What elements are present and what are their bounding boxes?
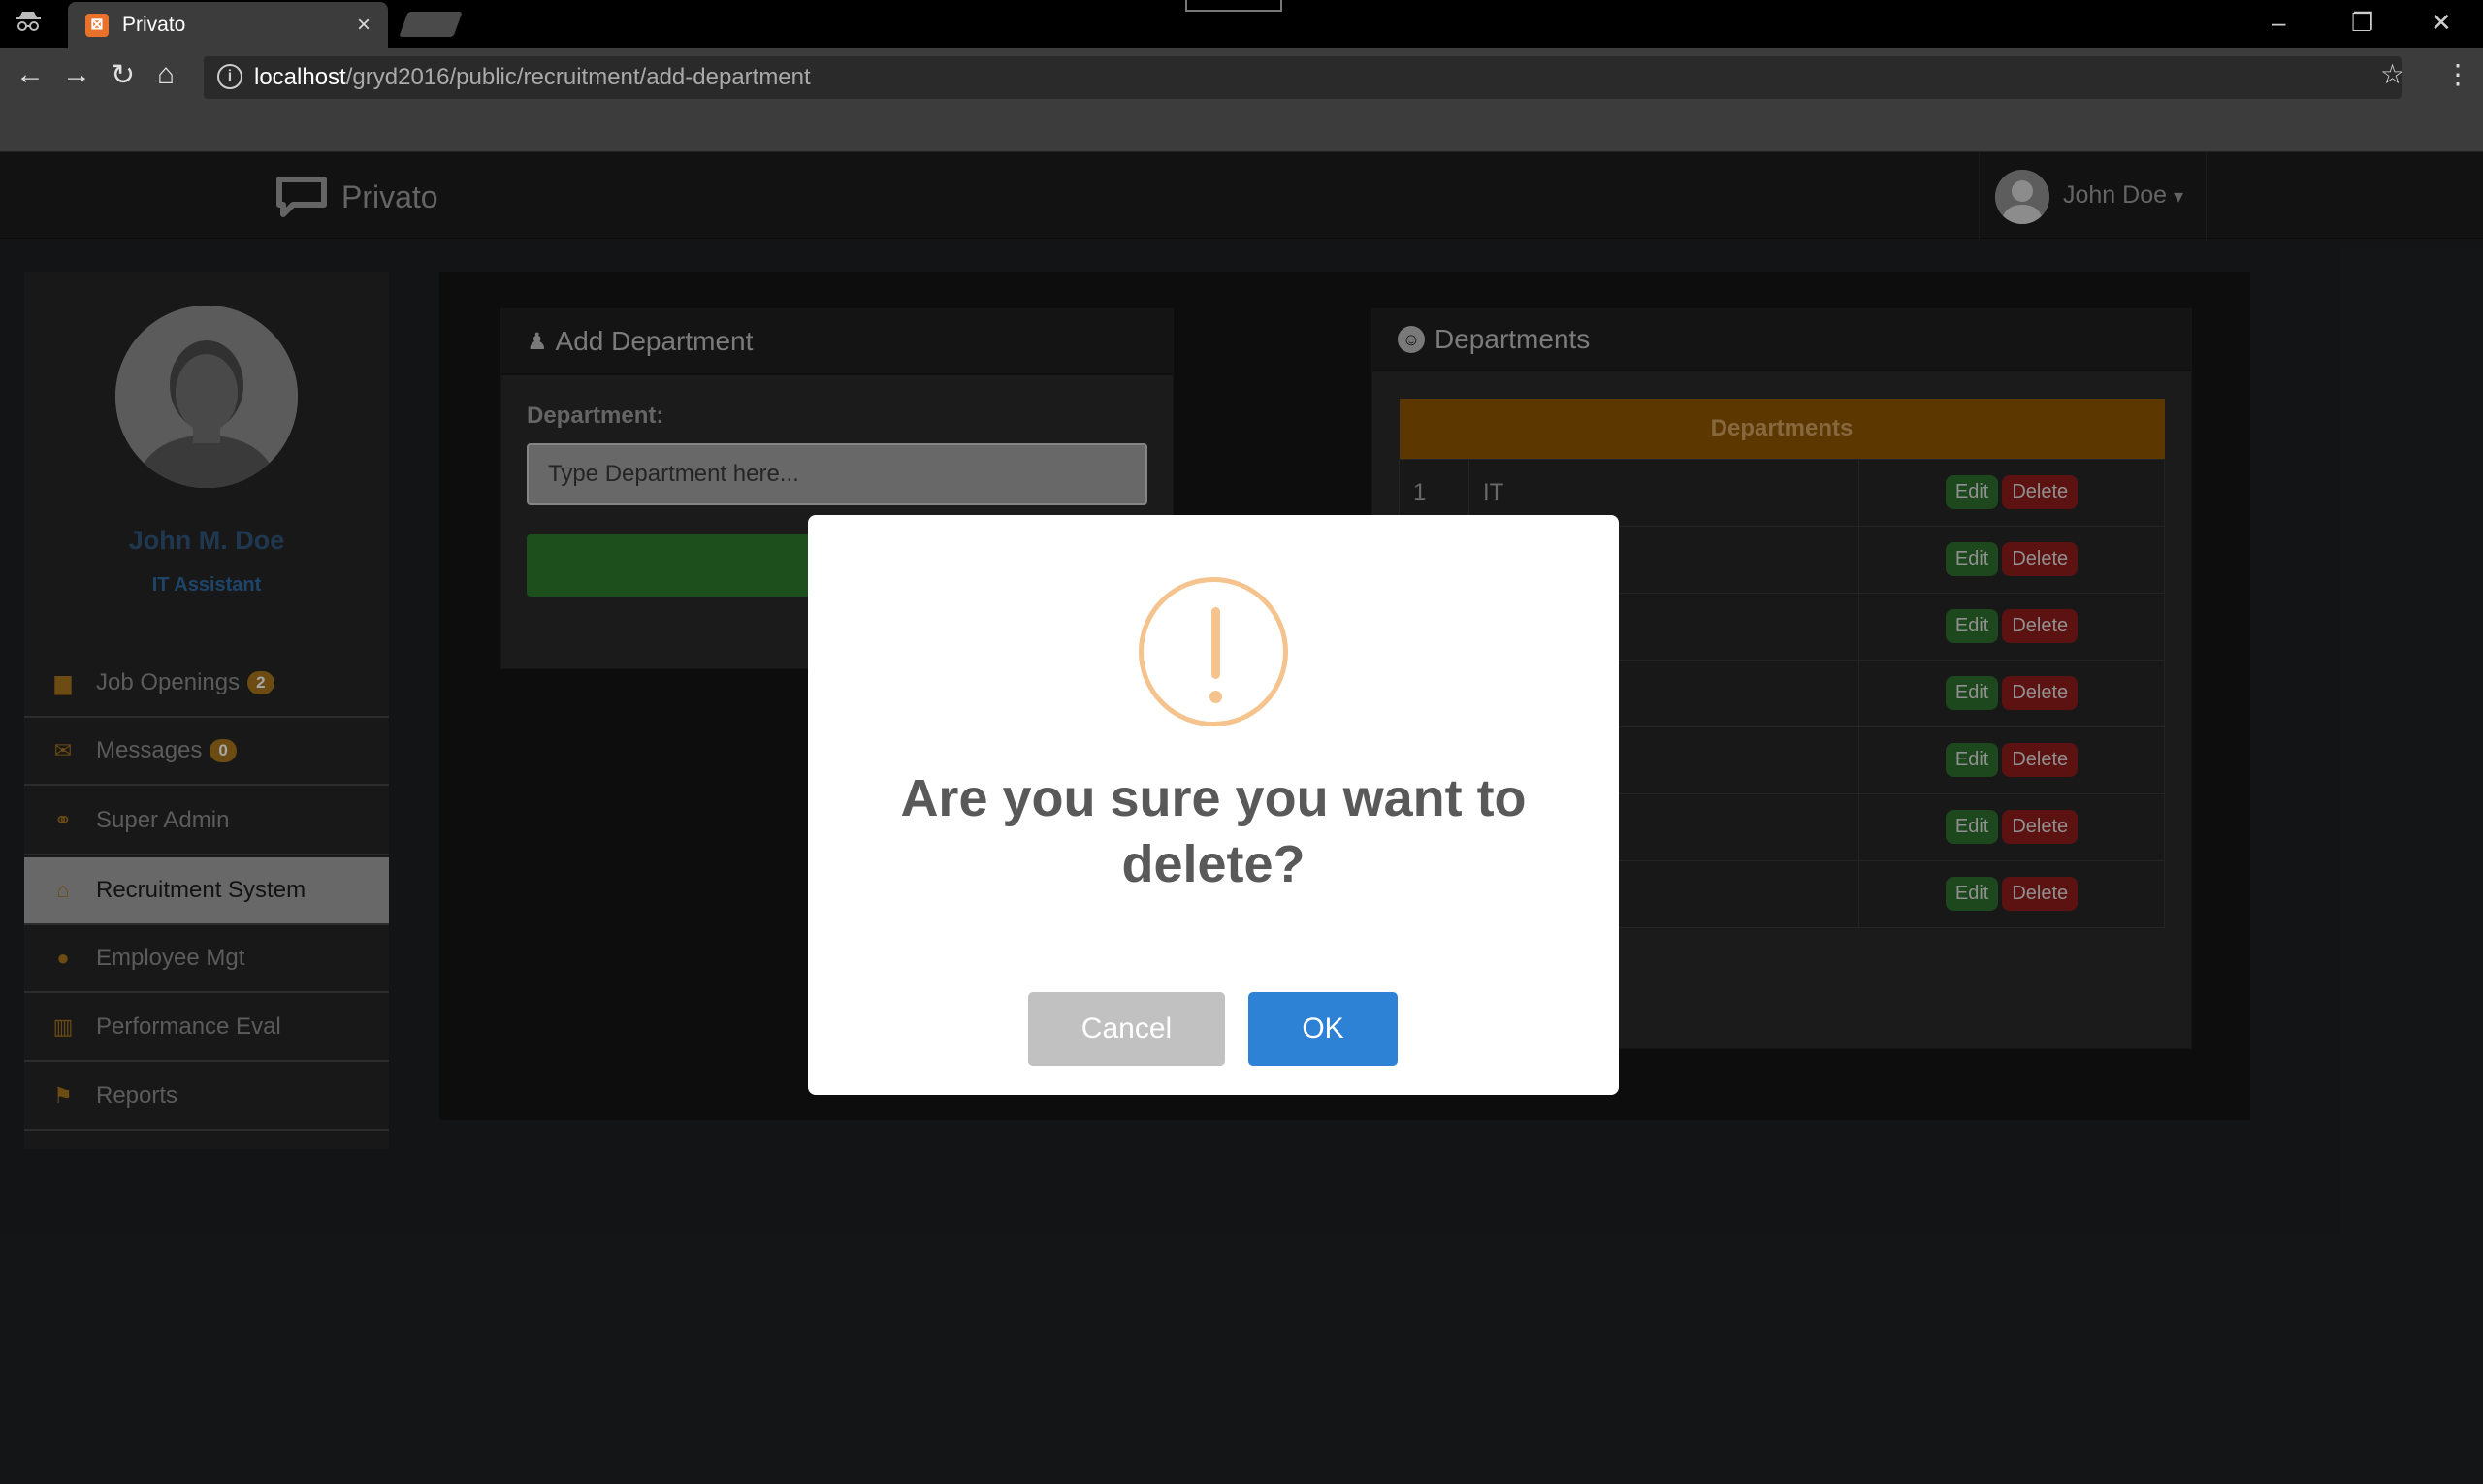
- ok-button[interactable]: OK: [1248, 992, 1398, 1066]
- dialog-title: Are you sure you want to delete?: [900, 769, 1527, 893]
- privato-favicon-icon: ⊠: [85, 14, 109, 37]
- close-window-icon[interactable]: ✕: [2431, 8, 2452, 38]
- confirm-delete-dialog: Are you sure you want to delete? Cancel …: [808, 515, 1619, 1095]
- minimize-icon[interactable]: –: [2272, 8, 2285, 38]
- address-bar[interactable]: i localhost/gryd2016/public/recruitment/…: [204, 56, 2402, 99]
- back-icon[interactable]: ←: [16, 58, 45, 91]
- incognito-icon: [14, 10, 43, 33]
- url-text[interactable]: localhost/gryd2016/public/recruitment/ad…: [254, 64, 811, 91]
- browser-menu-icon[interactable]: ⋮: [2444, 58, 2471, 90]
- browser-titlebar: ⊠ Privato × – ❐ ✕: [0, 0, 2483, 48]
- site-info-icon[interactable]: i: [217, 64, 242, 89]
- restore-icon[interactable]: ❐: [2351, 8, 2373, 38]
- new-tab-button[interactable]: [399, 12, 463, 37]
- reload-icon[interactable]: ↻: [111, 58, 135, 92]
- warning-icon: [1139, 577, 1288, 726]
- tab-title: Privato: [122, 14, 186, 36]
- browser-tab[interactable]: ⊠ Privato ×: [68, 2, 388, 48]
- tab-close-icon[interactable]: ×: [357, 12, 371, 39]
- cancel-button[interactable]: Cancel: [1028, 992, 1225, 1066]
- forward-icon[interactable]: →: [62, 58, 91, 91]
- home-button-icon[interactable]: ⌂: [157, 58, 175, 91]
- browser-toolbar: ← → ↻ ⌂ i localhost/gryd2016/public/recr…: [0, 48, 2483, 183]
- window-snap-indicator: [1185, 0, 1282, 12]
- bookmark-star-icon[interactable]: ☆: [2380, 58, 2404, 90]
